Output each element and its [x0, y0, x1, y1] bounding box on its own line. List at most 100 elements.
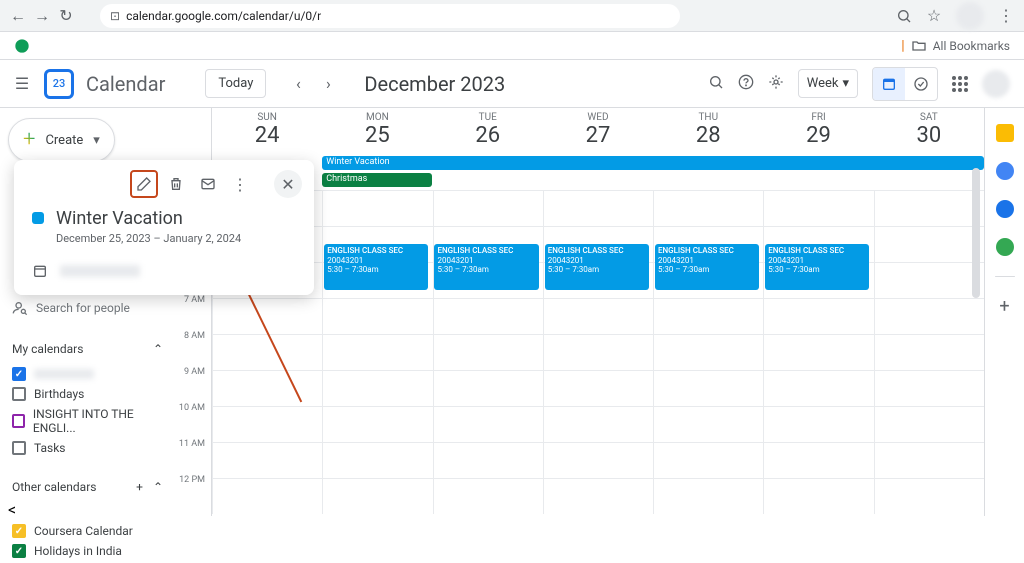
time-slot[interactable]: [322, 407, 432, 442]
star-icon[interactable]: ☆: [926, 8, 942, 24]
calendar-event[interactable]: ENGLISH CLASS SEC200432015:30 – 7:30am: [434, 244, 538, 290]
time-slot[interactable]: [212, 479, 322, 514]
time-slot[interactable]: [763, 443, 873, 478]
calendar-checkbox[interactable]: [12, 367, 26, 381]
time-slot[interactable]: [653, 371, 763, 406]
time-slot[interactable]: [874, 263, 984, 298]
time-slot[interactable]: [763, 191, 873, 226]
time-slot[interactable]: [874, 407, 984, 442]
time-slot[interactable]: [653, 443, 763, 478]
time-slot[interactable]: [543, 407, 653, 442]
calendar-checkbox[interactable]: [12, 441, 26, 455]
time-slot[interactable]: [543, 335, 653, 370]
calendar-item[interactable]: INSIGHT INTO THE ENGLI...: [12, 404, 163, 438]
time-slot[interactable]: [322, 191, 432, 226]
bookmark-extension-icon[interactable]: [14, 38, 30, 54]
settings-icon[interactable]: [768, 74, 784, 94]
time-slot[interactable]: [212, 371, 322, 406]
time-slot[interactable]: [322, 479, 432, 514]
today-button[interactable]: Today: [205, 69, 266, 98]
time-slot[interactable]: [433, 407, 543, 442]
calendar-event[interactable]: ENGLISH CLASS SEC200432015:30 – 7:30am: [655, 244, 759, 290]
add-calendar-icon[interactable]: +: [136, 480, 143, 494]
calendar-item[interactable]: Coursera Calendar: [12, 521, 163, 541]
scrollbar-thumb[interactable]: [972, 168, 980, 298]
time-slot[interactable]: [653, 407, 763, 442]
time-slot[interactable]: [212, 407, 322, 442]
calendar-checkbox[interactable]: [12, 544, 26, 558]
back-button[interactable]: ←: [10, 8, 26, 24]
calendar-event[interactable]: ENGLISH CLASS SEC200432015:30 – 7:30am: [765, 244, 869, 290]
time-slot[interactable]: [763, 371, 873, 406]
day-header[interactable]: SUN24: [212, 108, 322, 156]
time-slot[interactable]: [874, 443, 984, 478]
zoom-icon[interactable]: [896, 8, 912, 24]
day-header[interactable]: TUE26: [433, 108, 543, 156]
time-slot[interactable]: [543, 191, 653, 226]
search-icon[interactable]: [708, 74, 724, 94]
time-slot[interactable]: [543, 479, 653, 514]
time-slot[interactable]: [763, 407, 873, 442]
more-options-button[interactable]: ⋮: [226, 170, 254, 198]
calendar-event[interactable]: ENGLISH CLASS SEC200432015:30 – 7:30am: [545, 244, 649, 290]
keep-icon[interactable]: [996, 124, 1014, 142]
time-slot[interactable]: [433, 299, 543, 334]
maps-icon[interactable]: [996, 238, 1014, 256]
calendar-item[interactable]: Holidays in India: [12, 541, 163, 561]
calendar-item[interactable]: Birthdays: [12, 384, 163, 404]
time-slot[interactable]: [874, 479, 984, 514]
time-slot[interactable]: [543, 371, 653, 406]
email-guests-button[interactable]: [194, 170, 222, 198]
time-slot[interactable]: [212, 443, 322, 478]
close-popup-button[interactable]: ✕: [274, 170, 302, 198]
day-header[interactable]: THU28: [653, 108, 763, 156]
url-bar[interactable]: ⊡ calendar.google.com/calendar/u/0/r: [100, 4, 680, 28]
allday-event-christmas[interactable]: Christmas: [322, 173, 432, 187]
time-slot[interactable]: [763, 335, 873, 370]
calendar-item[interactable]: [12, 364, 163, 384]
add-panel-icon[interactable]: +: [996, 297, 1014, 315]
time-slot[interactable]: [653, 479, 763, 514]
time-slot[interactable]: [322, 335, 432, 370]
next-week-button[interactable]: ›: [316, 72, 340, 96]
day-header[interactable]: FRI29: [763, 108, 873, 156]
browser-menu-icon[interactable]: ⋮: [998, 8, 1014, 24]
time-slot[interactable]: [874, 191, 984, 226]
reload-button[interactable]: ↻: [58, 8, 74, 24]
view-selector[interactable]: Week ▾: [798, 69, 858, 98]
delete-event-button[interactable]: [162, 170, 190, 198]
tasks-view-toggle[interactable]: [905, 68, 937, 100]
time-slot[interactable]: [763, 479, 873, 514]
google-apps-icon[interactable]: [952, 76, 968, 92]
time-slot[interactable]: [874, 227, 984, 262]
tasks-icon[interactable]: [996, 162, 1014, 180]
all-bookmarks-link[interactable]: All Bookmarks: [933, 39, 1010, 53]
calendar-checkbox[interactable]: [12, 524, 26, 538]
time-slot[interactable]: [653, 335, 763, 370]
prev-week-button[interactable]: ‹: [286, 72, 310, 96]
time-slot[interactable]: [433, 335, 543, 370]
main-menu-icon[interactable]: ☰: [10, 72, 34, 96]
time-slot[interactable]: [322, 299, 432, 334]
time-slot[interactable]: [874, 371, 984, 406]
time-slot[interactable]: [433, 479, 543, 514]
profile-avatar[interactable]: [956, 2, 984, 30]
calendar-item[interactable]: Tasks: [12, 438, 163, 458]
forward-button[interactable]: →: [34, 8, 50, 24]
time-slot[interactable]: [653, 299, 763, 334]
time-slot[interactable]: [322, 371, 432, 406]
time-slot[interactable]: [543, 443, 653, 478]
edit-event-button[interactable]: [130, 170, 158, 198]
calendar-view-toggle[interactable]: [873, 68, 905, 100]
time-slot[interactable]: [212, 335, 322, 370]
allday-event-winter-vacation[interactable]: Winter Vacation: [322, 156, 984, 170]
time-slot[interactable]: [874, 335, 984, 370]
help-icon[interactable]: [738, 74, 754, 94]
day-header[interactable]: MON25: [322, 108, 432, 156]
calendar-checkbox[interactable]: [12, 387, 26, 401]
time-slot[interactable]: [433, 371, 543, 406]
search-people-input[interactable]: Search for people: [8, 294, 167, 322]
time-slot[interactable]: [763, 299, 873, 334]
time-slot[interactable]: [874, 299, 984, 334]
calendar-event[interactable]: ENGLISH CLASS SEC200432015:30 – 7:30am: [324, 244, 428, 290]
